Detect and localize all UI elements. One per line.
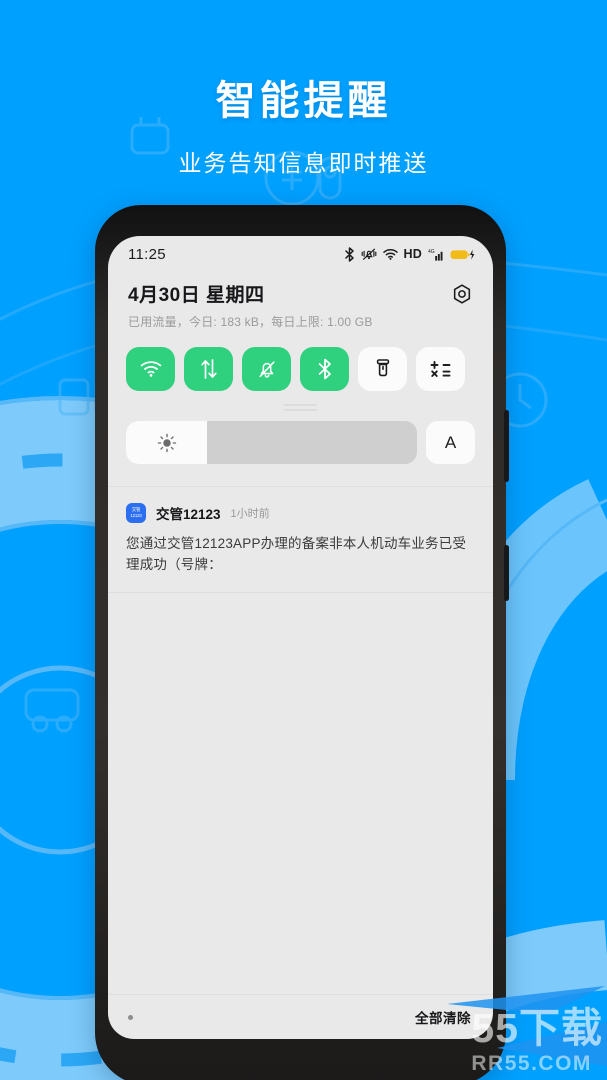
flashlight-icon xyxy=(376,359,389,377)
vibrate-icon xyxy=(361,248,376,260)
panel-drag-handle[interactable] xyxy=(108,391,493,411)
toggle-bluetooth[interactable] xyxy=(300,347,349,391)
gear-icon[interactable] xyxy=(451,283,473,305)
wifi-icon xyxy=(382,249,398,260)
page-title: 智能提醒 xyxy=(215,79,392,123)
volume-button[interactable] xyxy=(504,410,509,482)
brightness-slider-fill xyxy=(126,421,208,464)
hd-label: HD xyxy=(403,247,422,261)
brightness-row: A xyxy=(108,411,493,464)
app-icon-text: 交管12123 xyxy=(130,507,142,518)
brightness-slider[interactable] xyxy=(126,421,417,464)
bluetooth-icon xyxy=(344,246,354,262)
signal-icon: 4G xyxy=(428,249,443,261)
toggle-flashlight[interactable] xyxy=(358,347,407,391)
battery-charging-icon xyxy=(450,249,475,260)
notification-header: 交管12123 交管12123 1小时前 xyxy=(126,503,473,523)
data-usage-label: 已用流量，今日: 183 kB，每日上限: 1.00 GB xyxy=(128,315,373,329)
notification-time: 1小时前 xyxy=(230,508,270,520)
sun-icon xyxy=(157,433,176,452)
notification-app-name: 交管12123 xyxy=(156,507,221,522)
promo-header: 智能提醒 业务告知信息即时推送 xyxy=(0,0,607,178)
auto-brightness-label: A xyxy=(444,432,457,452)
clear-all-button[interactable]: 全部清除 xyxy=(415,1007,471,1027)
clear-all-bar: 全部清除 xyxy=(108,995,493,1039)
power-button[interactable] xyxy=(504,545,509,601)
notification-list: 交管12123 交管12123 1小时前 您通过交管12123APP办理的备案非… xyxy=(108,487,493,1039)
svg-text:4G: 4G xyxy=(428,249,435,255)
status-bar: 11:25 HD 4G xyxy=(108,236,493,272)
page-subtitle: 业务告知信息即时推送 xyxy=(178,150,429,176)
calculator-icon xyxy=(430,361,450,377)
status-icons: HD 4G xyxy=(344,246,475,262)
notification-empty-space xyxy=(108,593,493,994)
bluetooth-icon xyxy=(318,358,331,380)
toggle-calculator[interactable] xyxy=(416,347,465,391)
promo-screenshot: 智能提醒 业务告知信息即时推送 11:25 HD 4G 4月30日 星期四 已用… xyxy=(0,0,607,1080)
bell-muted-icon xyxy=(258,361,275,378)
toggle-silent[interactable] xyxy=(242,347,291,391)
toggle-mobile-data[interactable] xyxy=(184,347,233,391)
panel-header: 4月30日 星期四 已用流量，今日: 183 kB，每日上限: 1.00 GB xyxy=(108,272,493,330)
wifi-icon xyxy=(140,361,161,377)
auto-brightness-button[interactable]: A xyxy=(426,421,475,464)
notification-body: 您通过交管12123APP办理的备案非本人机动车业务已受理成功（号牌： xyxy=(126,536,467,572)
phone-screen: 11:25 HD 4G 4月30日 星期四 已用流量，今日: 183 kB，每日… xyxy=(108,236,493,1039)
toggle-wifi[interactable] xyxy=(126,347,175,391)
notification-item[interactable]: 交管12123 交管12123 1小时前 您通过交管12123APP办理的备案非… xyxy=(108,487,493,593)
status-time: 11:25 xyxy=(128,245,166,263)
phone-mockup: 11:25 HD 4G 4月30日 星期四 已用流量，今日: 183 kB，每日… xyxy=(95,205,509,1080)
app-icon: 交管12123 xyxy=(126,503,146,523)
date-label: 4月30日 星期四 xyxy=(128,285,265,306)
quick-toggles xyxy=(108,330,493,391)
data-transfer-icon xyxy=(200,359,217,379)
home-indicator-dot xyxy=(128,1014,133,1020)
